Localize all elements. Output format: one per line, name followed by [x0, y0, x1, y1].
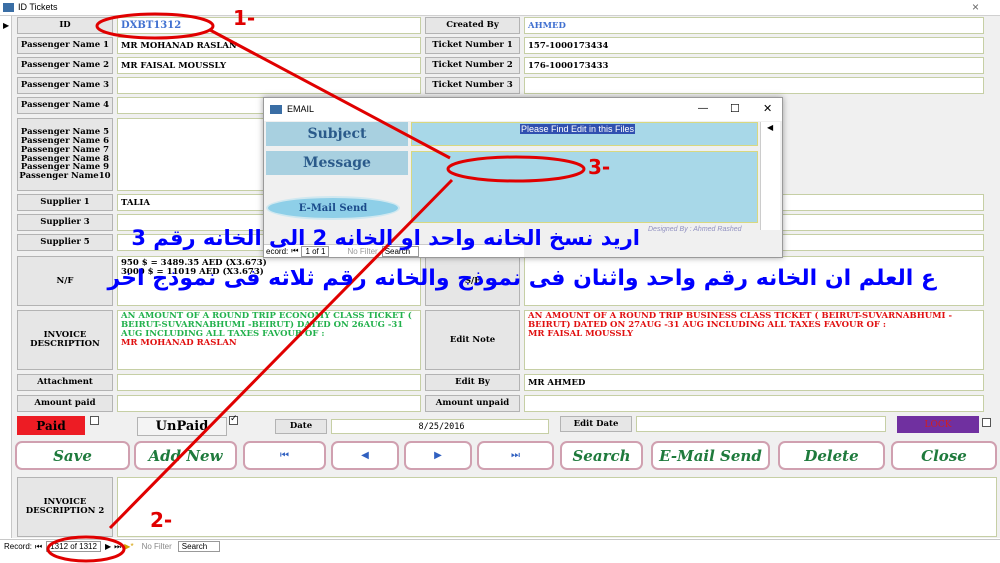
annotation-ellipse-3 [446, 155, 586, 183]
arabic-annotation-line-1: اريد نسخ الخانه واحد او الخانه 2 الى الخ… [131, 226, 640, 250]
annotation-label-1: 1- [233, 6, 256, 30]
annotation-label-2: 2- [150, 508, 173, 532]
annotation-line-1 [209, 28, 451, 160]
annotation-label-3: 3- [588, 155, 611, 179]
annotation-ellipse-2 [46, 535, 126, 563]
arabic-annotation-line-2: ع العلم ان الخانه رقم واحد واثنان فى نمو… [107, 266, 936, 291]
annotation-ellipse-1 [95, 12, 215, 40]
